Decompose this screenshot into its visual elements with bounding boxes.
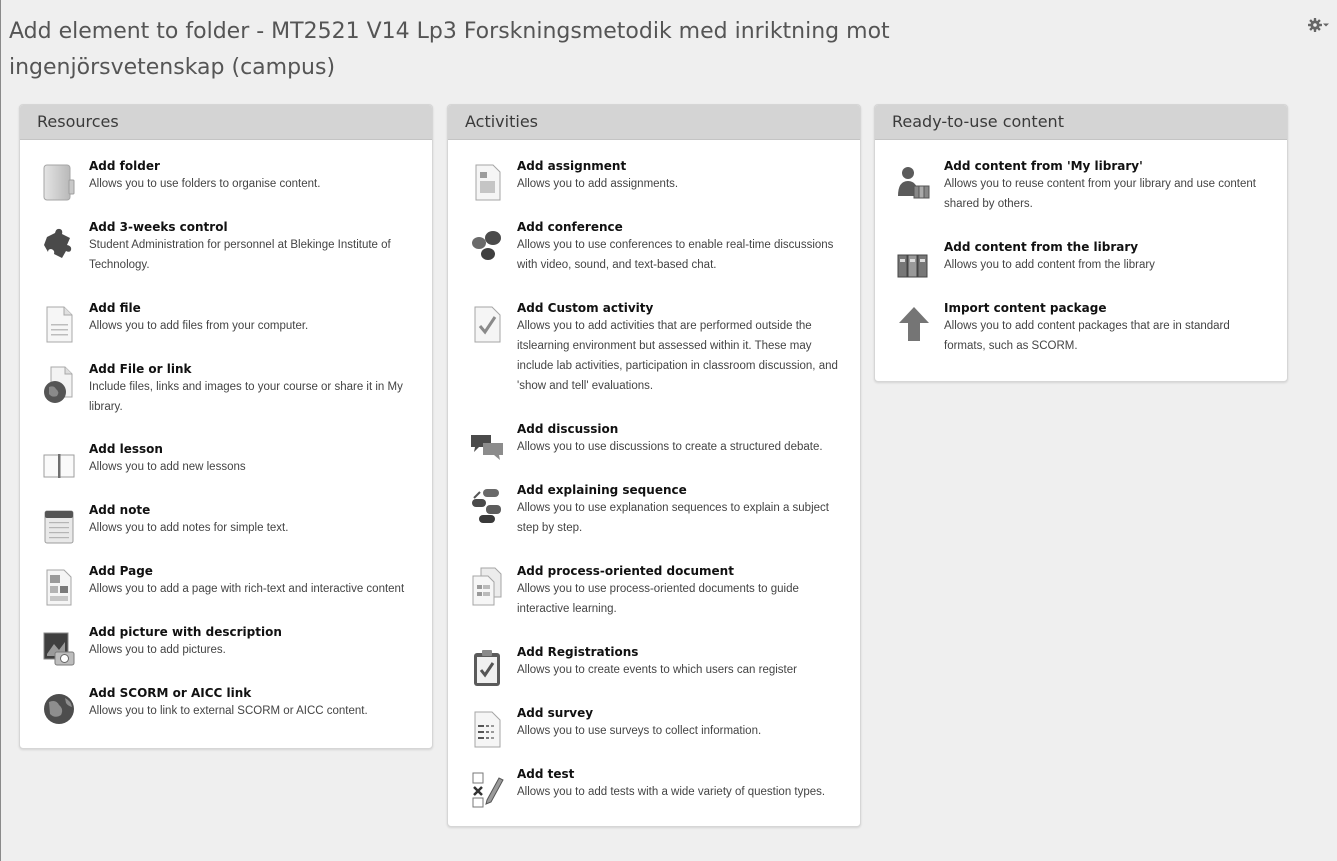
add-3-weeks-control-item[interactable]: Add 3-weeks control Student Administrati… — [20, 219, 432, 275]
add-custom-activity-item[interactable]: Add Custom activity Allows you to add ac… — [448, 300, 860, 396]
item-desc: Allows you to use surveys to collect inf… — [517, 725, 762, 737]
item-title: Add file — [89, 301, 141, 315]
item-title: Add content from the library — [944, 240, 1139, 254]
item-title: Add Registrations — [517, 645, 639, 659]
item-desc: Allows you to add files from your comput… — [89, 320, 309, 332]
item-title: Add process-oriented document — [517, 564, 734, 578]
item-desc: Allows you to reuse content from your li… — [944, 178, 1256, 210]
item-desc: Allows you to add activities that are pe… — [517, 320, 838, 392]
resources-panel: Resources Add folder Allows you to use f… — [19, 104, 433, 749]
item-desc: Allows you to add assignments. — [517, 178, 679, 190]
add-registrations-item[interactable]: Add Registrations Allows you to create e… — [448, 644, 860, 686]
item-title: Add discussion — [517, 422, 619, 436]
add-survey-item[interactable]: Add survey Allows you to use surveys to … — [448, 705, 860, 748]
item-desc: Allows you to add pictures. — [89, 644, 226, 656]
page: Add element to folder - MT2521 V14 Lp3 F… — [0, 0, 1337, 861]
survey-icon — [469, 709, 505, 749]
item-desc: Allows you to link to external SCORM or … — [89, 705, 368, 717]
chevron-down-icon — [1323, 22, 1329, 28]
item-title: Add Custom activity — [517, 301, 654, 315]
ready-to-use-content-panel: Ready-to-use content Add content from 'M… — [874, 104, 1288, 382]
item-title: Add conference — [517, 220, 623, 234]
item-desc: Allows you to use folders to organise co… — [89, 178, 321, 190]
add-lesson-item[interactable]: Add lesson Allows you to add new lessons — [20, 441, 432, 478]
item-desc: Allows you to add tests with a wide vari… — [517, 786, 826, 798]
folder-icon — [41, 162, 77, 202]
add-content-from-my-library-item[interactable]: Add content from 'My library' Allows you… — [875, 158, 1287, 214]
clipboard-check-icon — [469, 648, 505, 688]
add-conference-item[interactable]: Add conference Allows you to use confere… — [448, 219, 860, 275]
file-link-globe-icon — [41, 365, 77, 405]
add-picture-item[interactable]: Add picture with description Allows you … — [20, 624, 432, 666]
item-title: Import content package — [944, 301, 1107, 315]
resources-panel-header: Resources — [20, 105, 432, 140]
item-title: Add SCORM or AICC link — [89, 686, 252, 700]
add-file-item[interactable]: Add file Allows you to add files from yo… — [20, 300, 432, 343]
globe-icon — [41, 689, 77, 729]
item-desc: Allows you to use process-oriented docum… — [517, 583, 799, 615]
add-note-item[interactable]: Add note Allows you to add notes for sim… — [20, 502, 432, 544]
item-desc: Allows you to add notes for simple text. — [89, 522, 289, 534]
item-desc: Allows you to add new lessons — [89, 461, 246, 473]
add-page-item[interactable]: Add Page Allows you to add a page with r… — [20, 563, 432, 606]
note-icon — [41, 506, 77, 546]
upload-arrow-icon — [896, 304, 932, 344]
item-desc: Allows you to add content from the libra… — [944, 259, 1155, 271]
puzzle-icon — [41, 223, 77, 263]
item-desc: Allows you to use explanation sequences … — [517, 502, 829, 534]
picture-camera-icon — [41, 628, 77, 668]
add-test-item[interactable]: Add test Allows you to add tests with a … — [448, 766, 860, 808]
item-desc: Allows you to create events to which use… — [517, 664, 797, 676]
activities-panel-header: Activities — [448, 105, 860, 140]
item-title: Add folder — [89, 159, 160, 173]
item-desc: Student Administration for personnel at … — [89, 239, 391, 271]
settings-menu-button[interactable] — [1308, 16, 1329, 34]
speech-bubbles-icon — [469, 425, 505, 465]
item-title: Add File or link — [89, 362, 192, 376]
import-content-package-item[interactable]: Import content package Allows you to add… — [875, 300, 1287, 356]
item-desc: Allows you to add a page with rich-text … — [89, 583, 405, 595]
add-content-from-the-library-item[interactable]: Add content from the library Allows you … — [875, 239, 1287, 278]
conference-icon — [469, 223, 505, 263]
book-icon — [41, 445, 77, 485]
add-scorm-aicc-link-item[interactable]: Add SCORM or AICC link Allows you to lin… — [20, 685, 432, 724]
item-title: Add note — [89, 503, 151, 517]
process-document-icon — [469, 567, 505, 607]
add-assignment-item[interactable]: Add assignment Allows you to add assignm… — [448, 158, 860, 201]
sequence-icon — [469, 486, 505, 526]
file-icon — [41, 304, 77, 344]
add-process-oriented-document-item[interactable]: Add process-oriented document Allows you… — [448, 563, 860, 619]
add-explaining-sequence-item[interactable]: Add explaining sequence Allows you to us… — [448, 482, 860, 538]
item-desc: Include files, links and images to your … — [89, 381, 403, 413]
assignment-icon — [469, 162, 505, 202]
item-desc: Allows you to use discussions to create … — [517, 441, 823, 453]
checkmark-document-icon — [469, 304, 505, 344]
gear-icon — [1308, 18, 1322, 32]
add-discussion-item[interactable]: Add discussion Allows you to use discuss… — [448, 421, 860, 460]
test-icon — [469, 770, 505, 810]
person-library-icon — [896, 162, 932, 202]
item-title: Add survey — [517, 706, 594, 720]
page-icon — [41, 567, 77, 607]
item-title: Add test — [517, 767, 575, 781]
item-title: Add assignment — [517, 159, 627, 173]
item-title: Add picture with description — [89, 625, 282, 639]
page-title: Add element to folder - MT2521 V14 Lp3 F… — [9, 19, 890, 80]
item-desc: Allows you to use conferences to enable … — [517, 239, 834, 271]
binders-icon — [896, 243, 932, 283]
item-title: Add lesson — [89, 442, 163, 456]
item-title: Add Page — [89, 564, 153, 578]
add-file-or-link-item[interactable]: Add File or link Include files, links an… — [20, 361, 432, 417]
item-title: Add 3-weeks control — [89, 220, 228, 234]
item-desc: Allows you to add content packages that … — [944, 320, 1230, 352]
add-folder-item[interactable]: Add folder Allows you to use folders to … — [20, 158, 432, 201]
item-title: Add content from 'My library' — [944, 159, 1143, 173]
item-title: Add explaining sequence — [517, 483, 687, 497]
ready-to-use-panel-header: Ready-to-use content — [875, 105, 1287, 140]
activities-panel: Activities Add assignment Allows you to … — [447, 104, 861, 827]
